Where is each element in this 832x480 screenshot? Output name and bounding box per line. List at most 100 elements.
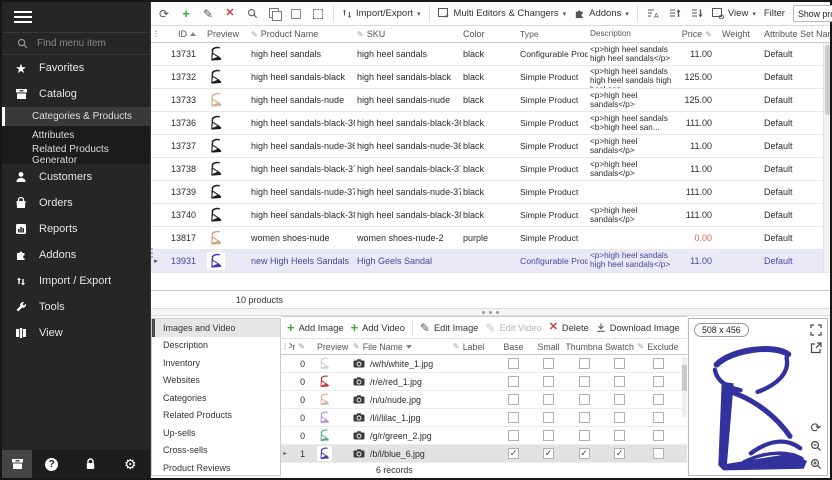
- column-weight[interactable]: Weight: [720, 29, 754, 39]
- tab-up-sells[interactable]: Up-sells: [152, 424, 280, 442]
- small-checkbox[interactable]: [543, 358, 554, 369]
- search-button[interactable]: [245, 7, 259, 21]
- column-preview[interactable]: Preview: [203, 29, 249, 39]
- swatch-checkbox[interactable]: [614, 394, 625, 405]
- base-checkbox[interactable]: [508, 358, 519, 369]
- refresh-button[interactable]: ⟳: [157, 7, 171, 21]
- column-exclude[interactable]: ✎Exclude: [637, 342, 679, 352]
- tab-inventory[interactable]: Inventory: [152, 354, 280, 372]
- base-checkbox[interactable]: [508, 394, 519, 405]
- open-external-icon[interactable]: [809, 341, 823, 355]
- thumbnail-checkbox[interactable]: [579, 448, 590, 459]
- multi-editors-menu[interactable]: + Multi Editors & Changers▾: [438, 8, 567, 19]
- swatch-checkbox[interactable]: [614, 376, 625, 387]
- edit-product-button[interactable]: ✎: [201, 7, 215, 21]
- download-image-button[interactable]: Download Image: [596, 322, 680, 333]
- help-button[interactable]: ?: [32, 450, 71, 478]
- product-row[interactable]: 13739 high heel sandals-nude-37 high hee…: [151, 181, 830, 204]
- column-description[interactable]: Description: [588, 29, 676, 38]
- tab-categories[interactable]: Categories: [152, 389, 280, 407]
- product-row[interactable]: 13731 high heel sandals high heel sandal…: [151, 43, 830, 66]
- sidebar-item-related-products-generator[interactable]: Related Products Generator: [2, 145, 150, 164]
- addons-menu[interactable]: Addons▾: [574, 8, 629, 19]
- checkbox-mode-button[interactable]: [289, 7, 303, 21]
- select-special-button[interactable]: [311, 7, 325, 21]
- sidebar-search[interactable]: [2, 32, 150, 55]
- swatch-checkbox[interactable]: [614, 448, 625, 459]
- column-small[interactable]: Small: [531, 342, 566, 352]
- image-row[interactable]: 0 /r/e/red_1.jpg: [281, 373, 687, 391]
- product-row[interactable]: 13740 high heel sandals-black-38 high he…: [151, 204, 830, 227]
- swatch-checkbox[interactable]: [614, 358, 625, 369]
- image-row[interactable]: 0 /l/i/lilac_1.jpg: [281, 409, 687, 427]
- column-base[interactable]: Base: [496, 342, 531, 352]
- small-checkbox[interactable]: [543, 430, 554, 441]
- tab-product-reviews[interactable]: Product Reviews: [152, 459, 280, 477]
- tab-cross-sells[interactable]: Cross-sells: [152, 442, 280, 460]
- column-label[interactable]: ✎Label: [451, 342, 496, 352]
- sidebar-item-favorites[interactable]: ★ Favorites: [2, 55, 150, 81]
- exclude-checkbox[interactable]: [653, 358, 664, 369]
- edit-image-button[interactable]: ✎Edit Image: [420, 322, 479, 334]
- product-row[interactable]: 13732 high heel sandals-black high heel …: [151, 66, 830, 89]
- column-priority[interactable]: Pr✎: [289, 342, 311, 352]
- sidebar-item-categories-products[interactable]: Categories & Products: [2, 107, 150, 126]
- delete-product-button[interactable]: ✕: [223, 7, 237, 21]
- add-image-button[interactable]: +Add Image: [287, 321, 344, 334]
- sidebar-item-reports[interactable]: Reports: [2, 216, 150, 242]
- column-product-name[interactable]: ✎Product Name: [249, 29, 355, 39]
- lock-button[interactable]: [71, 450, 110, 478]
- images-scrollbar[interactable]: [682, 357, 687, 417]
- sort-desc-button[interactable]: [690, 7, 704, 21]
- exclude-checkbox[interactable]: [653, 430, 664, 441]
- zoom-in-icon[interactable]: [809, 457, 823, 471]
- exclude-checkbox[interactable]: [653, 376, 664, 387]
- thumbnail-checkbox[interactable]: [579, 394, 590, 405]
- copy-button[interactable]: [267, 7, 281, 21]
- thumbnail-checkbox[interactable]: [579, 430, 590, 441]
- product-row[interactable]: 13736 high heel sandals-black-36 high he…: [151, 112, 830, 135]
- image-row-selected[interactable]: ▸ 1 /b/l/blue_6.jpg: [281, 445, 687, 463]
- column-color[interactable]: Color: [461, 29, 518, 39]
- delete-image-button[interactable]: ✕Delete: [549, 322, 589, 333]
- settings-button[interactable]: ⚙: [111, 450, 150, 478]
- sidebar-item-catalog[interactable]: Catalog: [2, 81, 150, 107]
- column-swatch[interactable]: Swatch: [602, 342, 637, 352]
- sidebar-item-orders[interactable]: Orders: [2, 190, 150, 216]
- image-row[interactable]: 0 /n/u/nude.jpg: [281, 391, 687, 409]
- column-type[interactable]: Type: [518, 29, 588, 39]
- fullscreen-icon[interactable]: [809, 323, 823, 337]
- thumbnail-checkbox[interactable]: [579, 412, 590, 423]
- column-file-name[interactable]: ✎File Name: [351, 342, 451, 352]
- column-id[interactable]: ID: [161, 29, 203, 39]
- column-preview[interactable]: Preview: [311, 342, 351, 352]
- import-export-menu[interactable]: Import/Export▾: [342, 8, 421, 19]
- image-row[interactable]: 0 /g/r/green_2.jpg: [281, 427, 687, 445]
- sidebar-item-tools[interactable]: Tools: [2, 294, 150, 320]
- exclude-checkbox[interactable]: [653, 412, 664, 423]
- menu-icon[interactable]: [2, 2, 150, 32]
- tab-websites[interactable]: Websites: [152, 372, 280, 390]
- column-thumbnail[interactable]: Thumbna: [566, 342, 602, 352]
- product-row-selected[interactable]: ▸ 13931 new High Heels Sandals High Geel…: [151, 250, 830, 273]
- zoom-out-icon[interactable]: [809, 439, 823, 453]
- swatch-checkbox[interactable]: [614, 412, 625, 423]
- base-checkbox[interactable]: [508, 412, 519, 423]
- column-options-icon[interactable]: ⋮: [151, 30, 161, 38]
- sidebar-item-view[interactable]: View: [2, 320, 150, 346]
- small-checkbox[interactable]: [543, 394, 554, 405]
- exclude-checkbox[interactable]: [653, 448, 664, 459]
- sidebar-item-import-export[interactable]: Import / Export: [2, 268, 150, 294]
- product-row[interactable]: 13737 high heel sandals-nude-36 high hee…: [151, 135, 830, 158]
- swatch-checkbox[interactable]: [614, 430, 625, 441]
- product-row[interactable]: 13738 high heel sandals-black-37 high he…: [151, 158, 830, 181]
- add-video-button[interactable]: +Add Video: [351, 321, 405, 334]
- column-sku[interactable]: ✎SKU: [355, 29, 461, 39]
- small-checkbox[interactable]: [543, 448, 554, 459]
- tab-related-products[interactable]: Related Products: [152, 407, 280, 425]
- category-filter-select[interactable]: Show products from selected categories▾: [793, 5, 832, 22]
- horizontal-splitter[interactable]: [151, 308, 830, 316]
- sidebar-item-addons[interactable]: Addons: [2, 242, 150, 268]
- thumbnail-checkbox[interactable]: [579, 376, 590, 387]
- thumbnail-checkbox[interactable]: [579, 358, 590, 369]
